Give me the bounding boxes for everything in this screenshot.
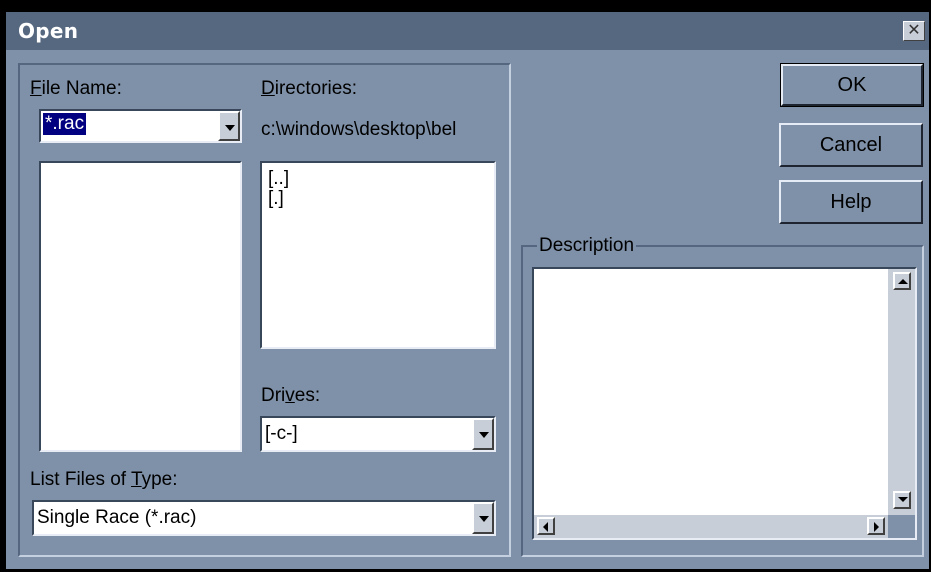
drives-label: Drives: (261, 385, 321, 406)
drives-value: [-c-] (265, 423, 298, 444)
description-textarea[interactable] (532, 267, 917, 540)
title-bar[interactable]: Open ✕ (6, 12, 929, 50)
current-directory-path: c:\windows\desktop\bel (261, 119, 457, 140)
directory-item[interactable]: [.] (268, 189, 284, 209)
dropdown-arrow-icon[interactable] (472, 502, 494, 534)
file-type-label: List Files of Type: (30, 469, 178, 490)
file-name-combo[interactable]: *.rac (39, 109, 242, 143)
file-name-label: File Name: (30, 78, 122, 99)
scrollbar-corner (888, 515, 915, 538)
file-list[interactable] (39, 161, 242, 452)
help-button[interactable]: Help (779, 180, 923, 224)
scroll-down-icon[interactable] (893, 491, 911, 509)
directory-list[interactable]: [..] [.] (260, 161, 496, 349)
scroll-up-icon[interactable] (893, 272, 911, 290)
description-label: Description (537, 235, 637, 257)
ok-button[interactable]: OK (780, 63, 924, 107)
close-icon[interactable]: ✕ (903, 21, 925, 41)
dialog-title: Open (18, 19, 79, 43)
cancel-button[interactable]: Cancel (779, 123, 923, 167)
file-name-input[interactable]: *.rac (43, 113, 87, 135)
file-type-value: Single Race (*.rac) (37, 507, 197, 528)
file-type-combo[interactable]: Single Race (*.rac) (32, 500, 496, 536)
scroll-right-icon[interactable] (867, 517, 885, 535)
directory-item[interactable]: [..] (268, 169, 289, 189)
vertical-scrollbar[interactable] (888, 269, 915, 515)
open-dialog: Open ✕ File Name: *.rac Directories: c:\… (6, 12, 929, 569)
horizontal-scrollbar[interactable] (534, 515, 888, 538)
dropdown-arrow-icon[interactable] (218, 111, 240, 141)
drives-combo[interactable]: [-c-] (260, 416, 496, 452)
directories-label: Directories: (261, 78, 358, 99)
scroll-left-icon[interactable] (537, 517, 555, 535)
dropdown-arrow-icon[interactable] (472, 418, 494, 450)
